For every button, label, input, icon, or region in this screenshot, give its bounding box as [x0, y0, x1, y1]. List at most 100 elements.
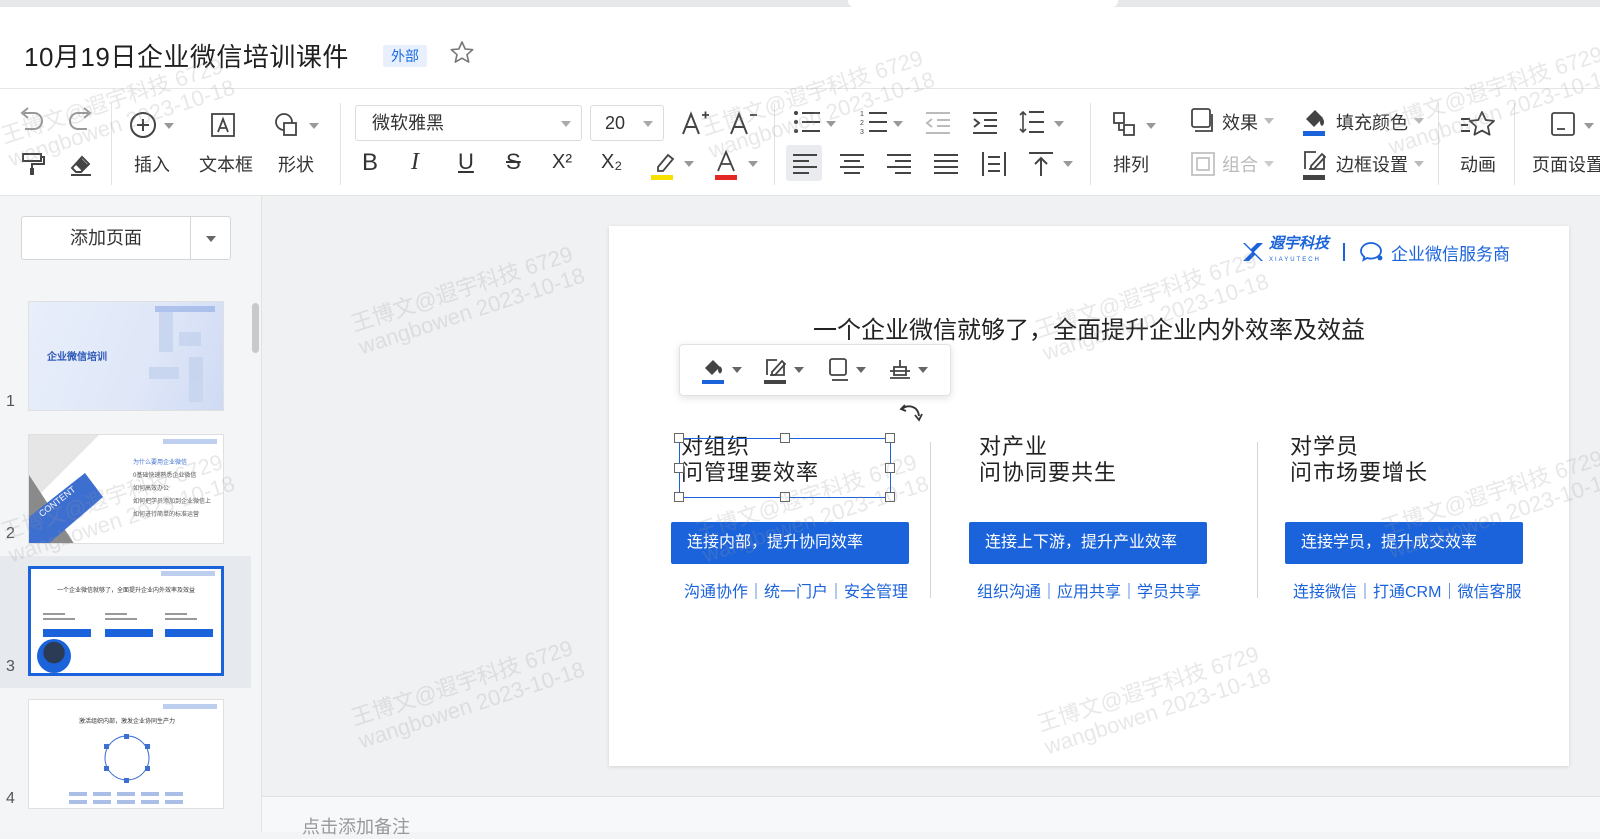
column-2-title[interactable]: 对产业 问协同要共生: [979, 434, 1117, 486]
column-3-title[interactable]: 对学员 问市场要增长: [1290, 434, 1428, 486]
chevron-down-icon[interactable]: [826, 121, 836, 127]
border-color-icon[interactable]: [764, 357, 788, 385]
format-painter-icon[interactable]: [20, 151, 46, 177]
vertical-align-icon[interactable]: [1028, 151, 1054, 177]
increase-font-icon[interactable]: [680, 109, 710, 137]
align-center-icon[interactable]: [839, 153, 865, 175]
document-title[interactable]: 10月19日企业微信培训课件: [24, 37, 349, 74]
slide-thumbnail-2[interactable]: CONTENT 为什么要用企业微信 0基础快速熟悉企业微信 如何高效办公 如何把…: [28, 434, 224, 544]
add-page-dropdown[interactable]: [190, 217, 231, 259]
shape-button[interactable]: 形状: [278, 151, 314, 177]
chevron-down-icon[interactable]: [856, 367, 866, 373]
resize-handle[interactable]: [885, 463, 895, 473]
active-tab[interactable]: [848, 0, 1118, 7]
subscript-icon[interactable]: X₂: [601, 151, 622, 174]
line-spacing-icon[interactable]: [1019, 109, 1045, 135]
border-setting-icon[interactable]: [1302, 149, 1328, 181]
strikethrough-icon[interactable]: S: [506, 149, 521, 175]
align-right-icon[interactable]: [886, 153, 912, 175]
animation-icon[interactable]: [1460, 109, 1496, 139]
resize-handle[interactable]: [885, 433, 895, 443]
chevron-down-icon[interactable]: [1063, 161, 1073, 167]
chevron-down-icon[interactable]: [164, 123, 174, 129]
effect-button[interactable]: 效果: [1222, 109, 1258, 135]
slide-thumbnail-1[interactable]: 企业微信培训: [28, 301, 224, 411]
italic-icon[interactable]: I: [411, 149, 419, 176]
slide-thumbnail-4[interactable]: 激活组织内部，激发企业协同生产力: [28, 699, 224, 809]
resize-handle[interactable]: [674, 463, 684, 473]
font-color-icon[interactable]: [714, 149, 740, 181]
notes-area[interactable]: 点击添加备注: [262, 796, 1600, 837]
resize-handle[interactable]: [780, 433, 790, 443]
page-setting-button[interactable]: 页面设置: [1532, 151, 1600, 177]
page-setting-icon[interactable]: [1550, 111, 1576, 137]
chevron-down-icon[interactable]: [748, 161, 758, 167]
selection-box[interactable]: [674, 433, 895, 502]
resize-handle[interactable]: [780, 492, 790, 502]
insert-icon[interactable]: [128, 110, 158, 140]
redo-icon[interactable]: [66, 107, 96, 133]
decrease-indent-icon[interactable]: [925, 111, 951, 135]
chevron-down-icon[interactable]: [1264, 118, 1274, 124]
star-icon[interactable]: [448, 39, 476, 67]
chevron-down-icon[interactable]: [684, 161, 694, 167]
justify-icon[interactable]: [933, 153, 959, 175]
column-3-button[interactable]: 连接学员，提升成交效率: [1285, 522, 1523, 564]
resize-handle[interactable]: [885, 492, 895, 502]
column-1-button[interactable]: 连接内部，提升协同效率: [671, 522, 909, 564]
chevron-down-icon[interactable]: [1264, 161, 1274, 167]
numbered-list-icon[interactable]: 1 2 3: [860, 109, 888, 135]
column-1-subtitle[interactable]: 沟通协作｜统一门户｜安全管理: [684, 578, 908, 602]
sidebar-scrollbar[interactable]: [252, 303, 259, 353]
column-3-subtitle[interactable]: 连接微信｜打通CRM｜微信客服: [1293, 578, 1521, 602]
chevron-down-icon[interactable]: [1414, 118, 1424, 124]
add-page-button[interactable]: 添加页面: [21, 216, 231, 260]
chevron-down-icon[interactable]: [893, 121, 903, 127]
eraser-icon[interactable]: [68, 151, 94, 177]
highlight-icon[interactable]: [650, 149, 676, 181]
textbox-icon[interactable]: [208, 110, 238, 140]
rotate-handle-icon[interactable]: [898, 403, 924, 427]
arrange-icon[interactable]: [1112, 111, 1138, 139]
effect-icon[interactable]: [1190, 107, 1214, 133]
chevron-down-icon[interactable]: [1584, 123, 1594, 129]
shadow-effect-icon[interactable]: [828, 357, 850, 383]
chevron-down-icon[interactable]: [1146, 123, 1156, 129]
animation-button[interactable]: 动画: [1460, 151, 1496, 177]
column-2-button[interactable]: 连接上下游，提升产业效率: [969, 522, 1207, 564]
distribute-icon[interactable]: [981, 151, 1007, 177]
textbox-button[interactable]: 文本框: [199, 151, 253, 177]
fill-color-icon[interactable]: [702, 357, 726, 385]
chevron-down-icon[interactable]: [732, 367, 742, 373]
group-icon[interactable]: [1190, 151, 1216, 177]
column-2-subtitle[interactable]: 组织沟通｜应用共享｜学员共享: [977, 578, 1201, 602]
font-size-select[interactable]: 20: [590, 105, 664, 141]
slide-headline[interactable]: 一个企业微信就够了，全面提升企业内外效率及效益: [609, 310, 1569, 345]
chevron-down-icon[interactable]: [309, 123, 319, 129]
group-button[interactable]: 组合: [1222, 151, 1258, 177]
bullet-list-icon[interactable]: [793, 109, 821, 135]
shape-icon[interactable]: [272, 110, 304, 140]
resize-handle[interactable]: [674, 492, 684, 502]
visibility-badge[interactable]: 外部: [383, 45, 427, 67]
text-align-icon[interactable]: [888, 359, 912, 381]
resize-handle[interactable]: [674, 433, 684, 443]
chevron-down-icon[interactable]: [1414, 161, 1424, 167]
insert-button[interactable]: 插入: [134, 151, 170, 177]
fill-color-icon[interactable]: [1302, 107, 1328, 137]
increase-indent-icon[interactable]: [972, 111, 998, 135]
font-family-select[interactable]: 微软雅黑: [355, 105, 582, 141]
bold-icon[interactable]: B: [362, 149, 378, 177]
chevron-down-icon[interactable]: [918, 367, 928, 373]
decrease-font-icon[interactable]: [728, 109, 758, 137]
arrange-button[interactable]: 排列: [1113, 151, 1149, 177]
fill-color-button[interactable]: 填充颜色: [1336, 109, 1408, 135]
underline-icon[interactable]: U: [458, 149, 474, 175]
chevron-down-icon[interactable]: [794, 367, 804, 373]
border-setting-button[interactable]: 边框设置: [1336, 151, 1408, 177]
superscript-icon[interactable]: X²: [552, 151, 572, 174]
undo-icon[interactable]: [16, 107, 46, 133]
partner-label: 企业微信服务商: [1391, 244, 1511, 264]
slide-thumbnail-3[interactable]: 一个企业微信就够了，全面提升企业内外效率及效益: [28, 566, 224, 676]
chevron-down-icon[interactable]: [1054, 121, 1064, 127]
